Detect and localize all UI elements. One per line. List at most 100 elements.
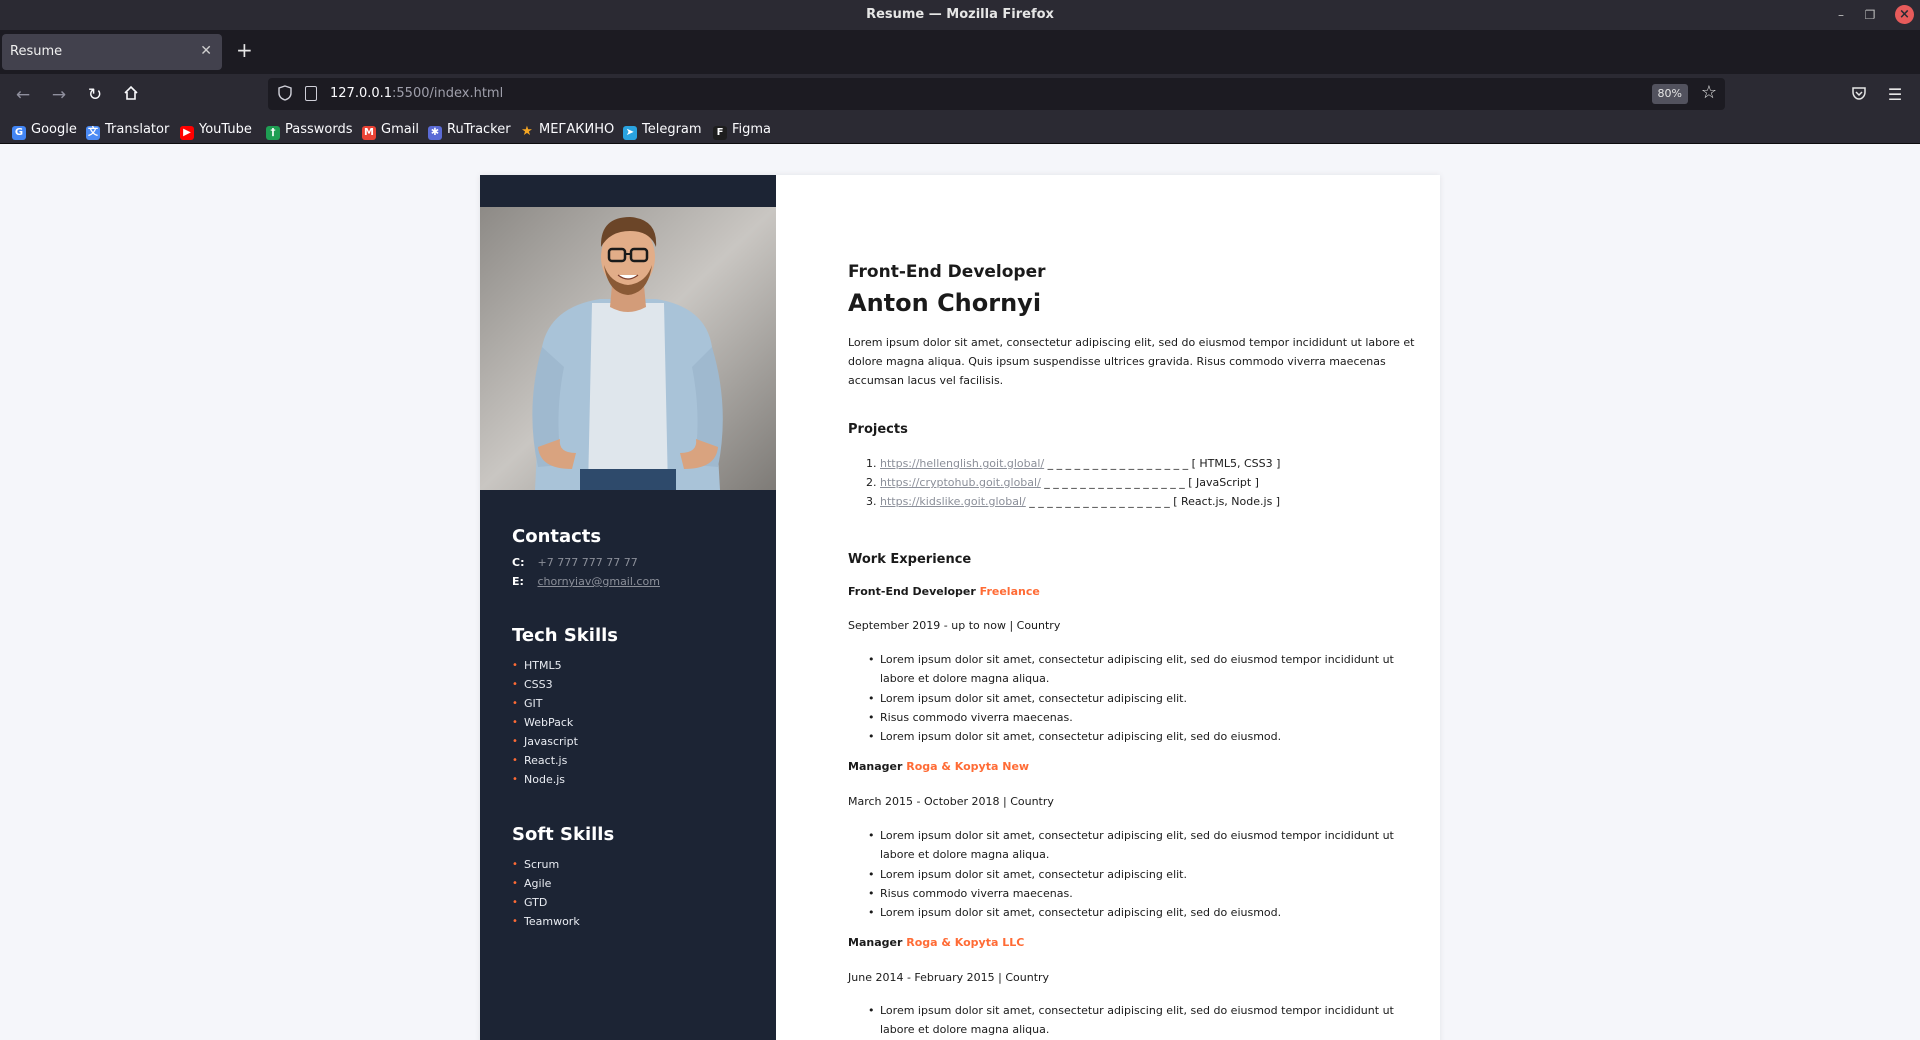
project-item: 1. https://hellenglish.goit.global/ _ _ _… (848, 454, 1428, 473)
tab-strip: Resume ✕ + (0, 30, 1920, 74)
job-heading: Front-End Developer Freelance (848, 585, 1040, 598)
job-duty: Lorem ipsum dolor sit amet, consectetur … (848, 826, 1428, 865)
restore-icon[interactable]: ❐ (1863, 8, 1877, 22)
bookmark-rutracker[interactable]: ✱ RuTracker (428, 120, 511, 140)
tab-close-icon[interactable]: ✕ (200, 43, 212, 59)
new-tab-icon[interactable]: + (236, 40, 253, 60)
project-link[interactable]: https://hellenglish.goit.global/ (880, 457, 1044, 470)
window-title: Resume — Mozilla Firefox (866, 7, 1054, 22)
person-name: Anton Chornyi (848, 289, 1042, 317)
tech-skill-item: GIT (512, 694, 752, 713)
bookmark-label: Passwords (285, 122, 353, 137)
job-duty: Lorem ipsum dolor sit amet, consectetur … (848, 1001, 1428, 1040)
translate-icon: 文 (86, 126, 100, 140)
job-role: Manager (848, 936, 907, 949)
job-duty: Risus commodo viverra maecenas. (848, 708, 1428, 728)
project-dashes: _ _ _ _ _ _ _ _ _ _ _ _ _ _ _ _ (1040, 476, 1189, 489)
bookmark-google[interactable]: G Google (12, 120, 77, 140)
figma-icon: F (713, 126, 727, 140)
soft-skill-item: Scrum (512, 855, 752, 874)
projects-title: Projects (848, 422, 908, 437)
url-text[interactable]: 127.0.0.1:5500/index.html (330, 86, 503, 101)
back-icon[interactable]: ← (13, 85, 33, 105)
intro-paragraph: Lorem ipsum dolor sit amet, consectetur … (848, 336, 1415, 387)
project-dashes: _ _ _ _ _ _ _ _ _ _ _ _ _ _ _ _ (1044, 457, 1192, 470)
home-icon[interactable] (121, 85, 141, 105)
rutracker-icon: ✱ (428, 126, 442, 140)
tech-skill-item: WebPack (512, 713, 752, 732)
tab-resume[interactable]: Resume ✕ (2, 34, 222, 70)
project-number: 2. (866, 476, 877, 489)
job-title: Front-End Developer (848, 262, 1046, 282)
phone-key: C: (512, 556, 525, 569)
bookmark-label: Figma (732, 122, 772, 137)
bookmark-label: RuTracker (447, 122, 511, 137)
tech-skills-title: Tech Skills (512, 625, 619, 646)
minimize-icon[interactable]: – (1834, 8, 1848, 22)
contacts-title: Contacts (512, 526, 602, 547)
project-item: 3. https://kidslike.goit.global/ _ _ _ _ … (848, 492, 1428, 511)
project-item: 2. https://cryptohub.goit.global/ _ _ _ _… (848, 473, 1428, 492)
shield-icon[interactable] (278, 85, 294, 103)
passwords-icon: † (266, 126, 280, 140)
project-number: 1. (866, 457, 877, 470)
resume-card: Contacts C: +7 777 777 77 77 E: chornyia… (480, 175, 1440, 1040)
job-company: Freelance (979, 585, 1040, 598)
close-window-icon[interactable]: × (1895, 5, 1914, 24)
job-duties-list: Lorem ipsum dolor sit amet, consectetur … (848, 826, 1428, 923)
job-role: Manager (848, 760, 907, 773)
job-duty: Risus commodo viverra maecenas. (848, 884, 1428, 904)
job-duties-list: Lorem ipsum dolor sit amet, consectetur … (848, 1001, 1428, 1040)
bookmark-label: Gmail (381, 122, 419, 137)
work-experience-title: Work Experience (848, 552, 972, 567)
soft-skill-item: Teamwork (512, 912, 752, 931)
profile-photo (480, 207, 776, 490)
navigation-toolbar: ← → ↻ 127.0.0.1:5500/index.html 80% ☆ ☰ (0, 74, 1920, 116)
soft-skills-list: ScrumAgileGTDTeamwork (512, 855, 752, 931)
project-dashes: _ _ _ _ _ _ _ _ _ _ _ _ _ _ _ _ (1025, 495, 1174, 508)
project-link[interactable]: https://kidslike.goit.global/ (880, 495, 1026, 508)
job-duties-list: Lorem ipsum dolor sit amet, consectetur … (848, 650, 1428, 747)
job-company: Roga & Kopyta New (906, 760, 1030, 773)
project-link[interactable]: https://cryptohub.goit.global/ (880, 476, 1041, 489)
soft-skills-section: Soft Skills ScrumAgileGTDTeamwork (512, 824, 752, 931)
project-number: 3. (866, 495, 877, 508)
gmail-icon: M (362, 126, 376, 140)
contact-email-row: E: chornyiav@gmail.com (512, 575, 752, 588)
bookmark-label: Telegram (642, 122, 702, 137)
reload-icon[interactable]: ↻ (85, 85, 105, 105)
bookmark-gmail[interactable]: M Gmail (362, 120, 419, 140)
bookmark-youtube[interactable]: ▶ YouTube (180, 120, 252, 140)
bookmark-label: YouTube (199, 122, 252, 137)
window-titlebar: Resume — Mozilla Firefox – ❐ × (0, 0, 1920, 30)
project-tech: [ HTML5, CSS3 ] (1191, 457, 1281, 470)
job-role: Front-End Developer (848, 585, 980, 598)
telegram-icon: ➤ (623, 126, 637, 140)
zoom-badge[interactable]: 80% (1651, 84, 1688, 104)
hamburger-menu-icon[interactable]: ☰ (1885, 85, 1905, 105)
bookmark-мегакино[interactable]: ★ МЕГАКИНО (520, 120, 614, 140)
soft-skill-item: Agile (512, 874, 752, 893)
bookmark-telegram[interactable]: ➤ Telegram (623, 120, 702, 140)
pocket-icon[interactable] (1849, 85, 1869, 105)
contact-phone-row: C: +7 777 777 77 77 (512, 556, 752, 569)
page-info-icon[interactable] (305, 86, 317, 101)
contacts-section: Contacts C: +7 777 777 77 77 E: chornyia… (512, 526, 752, 588)
job-duty: Lorem ipsum dolor sit amet, consectetur … (848, 903, 1428, 923)
tech-skill-item: Node.js (512, 770, 752, 789)
job-duty: Lorem ipsum dolor sit amet, consectetur … (848, 865, 1428, 885)
bookmark-label: Google (31, 122, 77, 137)
email-link[interactable]: chornyiav@gmail.com (538, 575, 660, 588)
bookmark-star-icon[interactable]: ☆ (1701, 82, 1717, 103)
bookmark-translator[interactable]: 文 Translator (86, 120, 169, 140)
job-heading: Manager Roga & Kopyta LLC (848, 936, 1024, 949)
bookmark-figma[interactable]: F Figma (713, 120, 771, 140)
google-icon: G (12, 126, 26, 140)
phone-value: +7 777 777 77 77 (537, 556, 638, 569)
bookmark-passwords[interactable]: † Passwords (266, 120, 353, 140)
job-duty: Lorem ipsum dolor sit amet, consectetur … (848, 689, 1428, 709)
job-date: March 2015 - October 2018 | Country (848, 795, 1054, 808)
url-bar[interactable]: 127.0.0.1:5500/index.html 80% ☆ (268, 78, 1725, 110)
bookmark-label: МЕГАКИНО (539, 122, 615, 137)
forward-icon[interactable]: → (49, 85, 69, 105)
